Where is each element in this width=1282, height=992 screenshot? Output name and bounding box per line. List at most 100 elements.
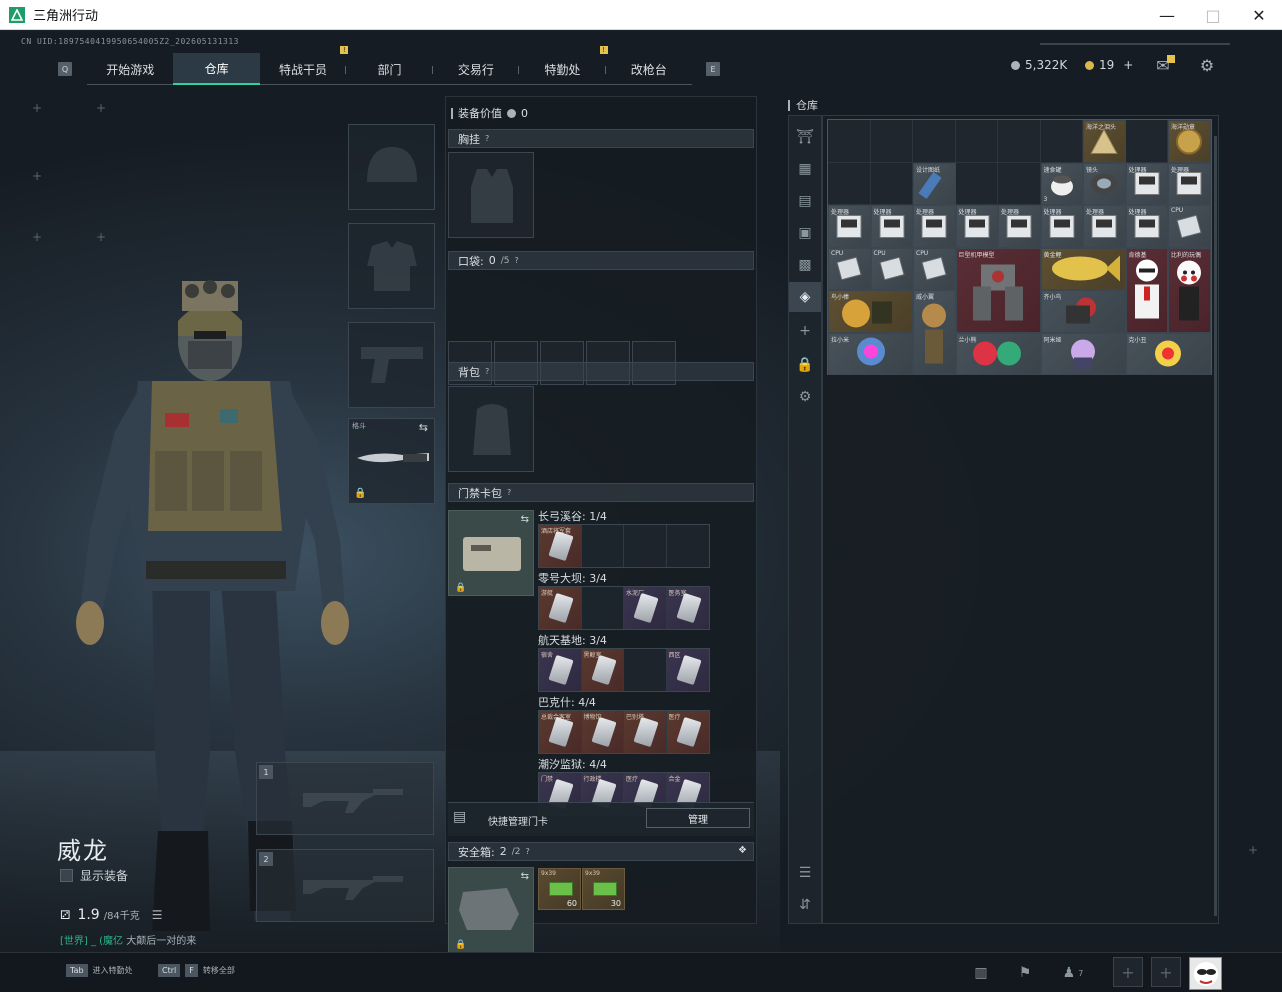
warehouse-item[interactable]: 黄金鲤 — [1040, 247, 1126, 290]
sort-icon[interactable]: ⇵ — [789, 890, 821, 920]
warehouse-filter-helmet-icon[interactable]: ⛩ — [789, 122, 821, 152]
stats-chart-icon[interactable]: ▥ — [966, 959, 996, 987]
keycard-case-slot[interactable]: ⇆ 🔒 — [448, 510, 534, 596]
checkbox[interactable] — [60, 869, 73, 882]
armor-slot[interactable] — [348, 223, 435, 309]
keycard-item[interactable]: 医务室 — [666, 587, 709, 629]
warehouse-item[interactable]: 克小丑 — [1125, 332, 1211, 375]
swap-icon[interactable]: ⇆ — [419, 421, 428, 434]
maximize-button[interactable]: □ — [1190, 0, 1236, 30]
warehouse-filter-supplies-icon[interactable]: ▩ — [789, 250, 821, 280]
add-page-icon[interactable]: + — [789, 316, 821, 346]
warehouse-item[interactable]: 拉小米 — [828, 332, 913, 375]
warehouse-item[interactable]: 处理器 — [1125, 205, 1168, 248]
minimize-button[interactable]: — — [1144, 0, 1190, 30]
help-icon[interactable]: ? — [525, 847, 529, 856]
warehouse-item[interactable]: 威小翼 — [913, 290, 956, 375]
keycard-item[interactable]: 游艇 — [539, 587, 582, 629]
add-coupon-button[interactable]: + — [1123, 58, 1133, 72]
keycard-item[interactable]: 博物馆 — [581, 711, 624, 753]
keycard-item[interactable]: 水泥厂 — [624, 587, 667, 629]
warehouse-item[interactable]: 处理器 — [870, 205, 913, 248]
warehouse-item[interactable]: 鸟小棒 — [828, 290, 913, 333]
stack-layers-icon[interactable]: ☰ — [789, 858, 821, 888]
warehouse-cell[interactable] — [1040, 120, 1083, 163]
keycard-empty-slot[interactable] — [667, 525, 709, 567]
tab-4[interactable]: 交易行 — [433, 53, 520, 85]
warehouse-item[interactable]: CPU — [828, 247, 871, 290]
friends-icon[interactable]: ♟ 7 — [1058, 959, 1088, 987]
chest-rig-slot[interactable] — [448, 152, 534, 238]
warehouse-cell[interactable] — [913, 120, 956, 163]
primary-weapon-slot-1[interactable]: 1 — [256, 762, 434, 835]
warehouse-item[interactable]: 处理器 — [955, 205, 998, 248]
warehouse-item[interactable]: 速食罐 3 — [1040, 162, 1083, 205]
avatar[interactable] — [1189, 957, 1222, 990]
primary-weapon-slot-2[interactable]: 2 — [256, 849, 434, 922]
warehouse-filter-gear-icon[interactable]: ▣ — [789, 218, 821, 248]
flag-icon[interactable]: ⚑ — [1010, 959, 1040, 987]
warehouse-scrollbar[interactable] — [1214, 136, 1217, 916]
settings-gear-icon[interactable]: ⚙ — [1197, 55, 1217, 75]
coupon-balance[interactable]: 19 + — [1085, 58, 1133, 72]
warehouse-filter-collectibles-icon[interactable]: ◈ — [789, 282, 821, 312]
swap-icon[interactable]: ⇆ — [521, 871, 529, 882]
helmet-slot[interactable] — [348, 124, 435, 210]
warehouse-item[interactable]: 海洋勋章 — [1168, 120, 1211, 163]
warehouse-item[interactable]: 海洋之泪头 — [1083, 120, 1126, 163]
warehouse-item[interactable]: CPU — [913, 247, 956, 290]
warehouse-cell[interactable] — [870, 162, 913, 205]
nav-prev-key[interactable]: Q — [58, 62, 72, 76]
tab-0[interactable]: 开始游戏 — [87, 53, 173, 85]
warehouse-item[interactable]: 兰小熊 — [955, 332, 1041, 375]
warehouse-cell[interactable] — [828, 162, 871, 205]
warehouse-item[interactable]: 阿米娅 — [1040, 332, 1126, 375]
tab-2[interactable]: 特战干员! — [260, 46, 349, 85]
warehouse-item[interactable]: 处理器 — [998, 205, 1041, 248]
warehouse-item[interactable]: 处理器 — [1168, 162, 1211, 205]
warehouse-item[interactable]: 处理器 — [828, 205, 871, 248]
keycard-empty-slot[interactable] — [582, 525, 624, 567]
warehouse-cell[interactable] — [998, 162, 1041, 205]
swap-icon[interactable]: ⇆ — [521, 514, 529, 525]
warehouse-item[interactable]: 镜头 — [1083, 162, 1126, 205]
warehouse-cell[interactable] — [1125, 120, 1168, 163]
hint-enter-special-ops[interactable]: Tab 进入特勤处 — [66, 964, 133, 977]
warehouse-cell[interactable] — [955, 162, 998, 205]
melee-slot[interactable]: 格斗 ⇆ 🔒 — [348, 418, 435, 504]
ammo-item[interactable]: 9x39 60 — [538, 868, 581, 910]
warehouse-settings-icon[interactable]: ⚙ — [789, 382, 821, 412]
keycard-item[interactable]: 宿舍 — [539, 649, 582, 691]
warehouse-item[interactable]: 巨型机甲模型 — [955, 247, 1041, 333]
lock-page-icon[interactable]: 🔒 — [789, 350, 821, 380]
warehouse-cell[interactable] — [955, 120, 998, 163]
show-equipment-toggle[interactable]: 显示装备 — [60, 867, 128, 884]
hint-transfer-all[interactable]: Ctrl F 转移全部 — [158, 964, 235, 977]
warehouse-filter-grid-icon[interactable]: ▦ — [789, 154, 821, 184]
keycard-empty-slot[interactable] — [624, 649, 667, 691]
keycard-empty-slot[interactable] — [624, 525, 667, 567]
tab-1[interactable]: 仓库 — [173, 53, 260, 85]
help-icon[interactable]: ? — [485, 134, 489, 143]
warehouse-item[interactable]: 肯德基 — [1125, 247, 1168, 333]
pin-icon[interactable]: ❖ — [738, 845, 747, 856]
manage-button[interactable]: 管理 — [646, 808, 750, 828]
warehouse-item[interactable]: 比利的玩偶 — [1168, 247, 1211, 333]
warehouse-item[interactable]: CPU — [1168, 205, 1211, 248]
warehouse-cell[interactable] — [870, 120, 913, 163]
chat-line[interactable]: [世界] _ (魔亿 大颠后一对的来 — [60, 932, 196, 947]
close-button[interactable]: ✕ — [1236, 0, 1282, 30]
warehouse-item[interactable]: 设计图纸 — [913, 162, 956, 205]
keycard-item[interactable]: 巴别塔 — [624, 711, 667, 753]
warehouse-item[interactable]: 齐小鸟 — [1040, 290, 1126, 333]
keycard-item[interactable]: 总裁会客室 — [539, 711, 582, 753]
pistol-slot[interactable] — [348, 322, 435, 408]
warehouse-item[interactable]: CPU — [870, 247, 913, 290]
team-slot-add[interactable]: + — [1113, 957, 1143, 987]
warehouse-cell[interactable] — [828, 120, 871, 163]
keycard-item[interactable]: 医疗 — [666, 711, 709, 753]
tab-3[interactable]: 部门 — [346, 53, 433, 85]
list-icon[interactable]: ☰ — [152, 908, 163, 922]
help-icon[interactable]: ? — [485, 367, 489, 376]
keycard-item[interactable]: 西区 — [666, 649, 709, 691]
